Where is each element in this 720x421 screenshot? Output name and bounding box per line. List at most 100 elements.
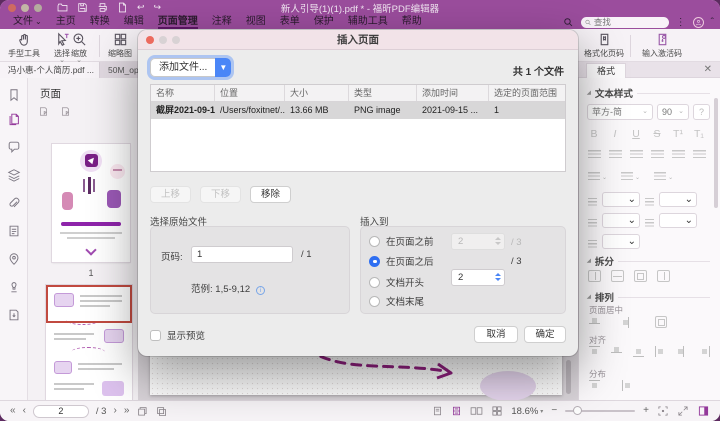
word-spacing-field[interactable]: ⌄ — [659, 213, 697, 228]
thumbnails-tool-button[interactable]: 缩略图 — [102, 32, 138, 59]
document-scrollbar[interactable] — [566, 360, 571, 394]
arrange-section-header[interactable]: 排列 — [587, 290, 710, 304]
menu-form[interactable]: 表单 — [273, 15, 307, 29]
save-icon[interactable] — [77, 2, 88, 13]
show-preview-checkbox[interactable] — [150, 330, 161, 341]
signatures-icon[interactable] — [7, 280, 21, 294]
more-options-icon[interactable]: ⋮ — [676, 17, 686, 28]
fields-icon[interactable] — [7, 224, 21, 238]
layers-icon[interactable] — [7, 168, 21, 182]
bullet-list-button[interactable]: ⌄ — [588, 172, 607, 181]
radio-doc-start[interactable] — [369, 277, 380, 288]
menu-comment[interactable]: 注释 — [205, 15, 239, 29]
page-action-icon-1[interactable] — [38, 106, 50, 118]
align-right-icon[interactable] — [630, 150, 643, 160]
italic-button[interactable]: I — [608, 128, 622, 140]
new-document-icon[interactable] — [117, 2, 128, 13]
column-added-time[interactable]: 添加时间 — [417, 85, 489, 101]
font-size-select[interactable]: 90⌄ — [657, 104, 689, 120]
column-size[interactable]: 大小 — [285, 85, 349, 101]
center-horizontally-icon[interactable] — [622, 317, 633, 328]
snapshot-icon[interactable] — [136, 405, 148, 417]
align-top-icon[interactable] — [589, 346, 600, 357]
dialog-close-button[interactable] — [146, 36, 154, 44]
indent-increase-icon[interactable] — [693, 150, 706, 160]
center-both-icon[interactable] — [655, 316, 667, 328]
indent-decrease-icon[interactable] — [672, 150, 685, 160]
search-field[interactable] — [581, 17, 669, 28]
format-panel-tab[interactable]: 格式 — [586, 63, 626, 78]
minimize-window-button[interactable] — [21, 4, 29, 12]
close-window-button[interactable] — [8, 4, 16, 12]
numbered-list-button[interactable]: ⌄ — [621, 172, 640, 181]
column-name[interactable]: 名称 — [151, 85, 215, 101]
scale-field[interactable]: ⌄ — [602, 234, 640, 249]
font-family-select[interactable]: 苹方-简⌄ — [587, 104, 653, 120]
page-thumbnail-2[interactable] — [46, 285, 132, 400]
menu-home[interactable]: 主页 — [49, 15, 83, 29]
split-horizontal-icon[interactable] — [611, 270, 624, 282]
zoom-tool-button[interactable]: 缩放 — [62, 32, 96, 63]
next-page-button[interactable]: › — [113, 406, 116, 416]
undo-icon[interactable]: ↩ — [137, 3, 145, 12]
zoom-slider-knob[interactable] — [573, 406, 582, 415]
facing-view-icon[interactable] — [470, 405, 483, 417]
zoom-window-button[interactable] — [34, 4, 42, 12]
center-vertically-icon[interactable] — [589, 317, 600, 328]
radio-after-page[interactable] — [369, 256, 380, 267]
menu-edit[interactable]: 编辑 — [117, 15, 151, 29]
format-page-number-button[interactable]: 格式化页码 — [578, 32, 630, 59]
bold-button[interactable]: B — [587, 128, 601, 140]
superscript-button[interactable]: T¹ — [671, 128, 685, 140]
print-icon[interactable] — [97, 2, 108, 13]
file-row-selected[interactable]: 截屏2021-09-15 ... /Users/foxitnet/... 13.… — [151, 102, 565, 119]
zoom-level-button[interactable]: 18.6%▾ — [511, 406, 543, 417]
text-style-section-header[interactable]: 文本样式 — [587, 86, 710, 100]
menu-view[interactable]: 视图 — [239, 15, 273, 29]
merge-cells-icon[interactable] — [657, 270, 670, 282]
line-spacing-field[interactable]: ⌄ — [602, 192, 640, 207]
find-replace-icon[interactable] — [563, 17, 574, 28]
pages-icon[interactable] — [7, 112, 21, 126]
underline-button[interactable]: U — [629, 128, 643, 140]
radio-before-page[interactable] — [369, 236, 380, 247]
document-tab-1[interactable]: 冯小惠-个人简历.pdf ... — [0, 62, 100, 78]
remove-button[interactable]: 移除 — [250, 186, 291, 203]
column-page-range[interactable]: 选定的页面范围 — [489, 85, 565, 101]
zoom-out-button[interactable]: − — [551, 406, 557, 416]
add-file-dropdown[interactable]: ▼ — [215, 58, 231, 77]
activation-code-button[interactable]: 输入激活码 — [634, 32, 690, 59]
option-doc-end[interactable]: 文档末尾 — [369, 294, 424, 308]
fullscreen-icon[interactable] — [677, 405, 689, 417]
split-vertical-icon[interactable] — [588, 270, 601, 282]
align-center-objects-icon[interactable] — [677, 346, 688, 357]
page-action-icon-2[interactable] — [60, 106, 72, 118]
align-left-objects-icon[interactable] — [655, 346, 666, 357]
radio-doc-end[interactable] — [369, 296, 380, 307]
column-type[interactable]: 类型 — [349, 85, 417, 101]
continuous-view-icon[interactable] — [451, 405, 462, 417]
hand-tool-button[interactable]: 手型工具 — [2, 32, 46, 59]
previous-page-button[interactable]: ‹ — [23, 406, 26, 416]
add-file-split-button[interactable]: 添加文件... ▼ — [150, 58, 231, 77]
char-spacing-field[interactable]: ⌄ — [602, 213, 640, 228]
add-file-button-label[interactable]: 添加文件... — [150, 58, 215, 77]
destinations-icon[interactable] — [7, 252, 21, 266]
align-center-icon[interactable] — [609, 150, 622, 160]
move-up-button[interactable]: 上移 — [150, 186, 191, 203]
before-page-spinner[interactable]: 2 — [451, 233, 505, 250]
column-location[interactable]: 位置 — [215, 85, 285, 101]
account-avatar[interactable] — [693, 17, 704, 28]
zoom-slider[interactable] — [565, 410, 635, 412]
grid-view-icon[interactable] — [491, 405, 503, 417]
clipboard-icon[interactable] — [155, 405, 167, 417]
move-down-button[interactable]: 下移 — [200, 186, 241, 203]
text-direction-button[interactable]: ⌄ — [654, 172, 673, 181]
distribute-vertically-icon[interactable] — [589, 380, 600, 391]
search-input[interactable] — [594, 17, 665, 27]
close-panel-icon[interactable]: ✕ — [704, 64, 712, 76]
validation-icon[interactable] — [7, 308, 21, 322]
info-icon[interactable]: i — [256, 286, 265, 295]
strikethrough-button[interactable]: S — [650, 128, 664, 140]
option-before-page[interactable]: 在页面之前 — [369, 234, 434, 248]
